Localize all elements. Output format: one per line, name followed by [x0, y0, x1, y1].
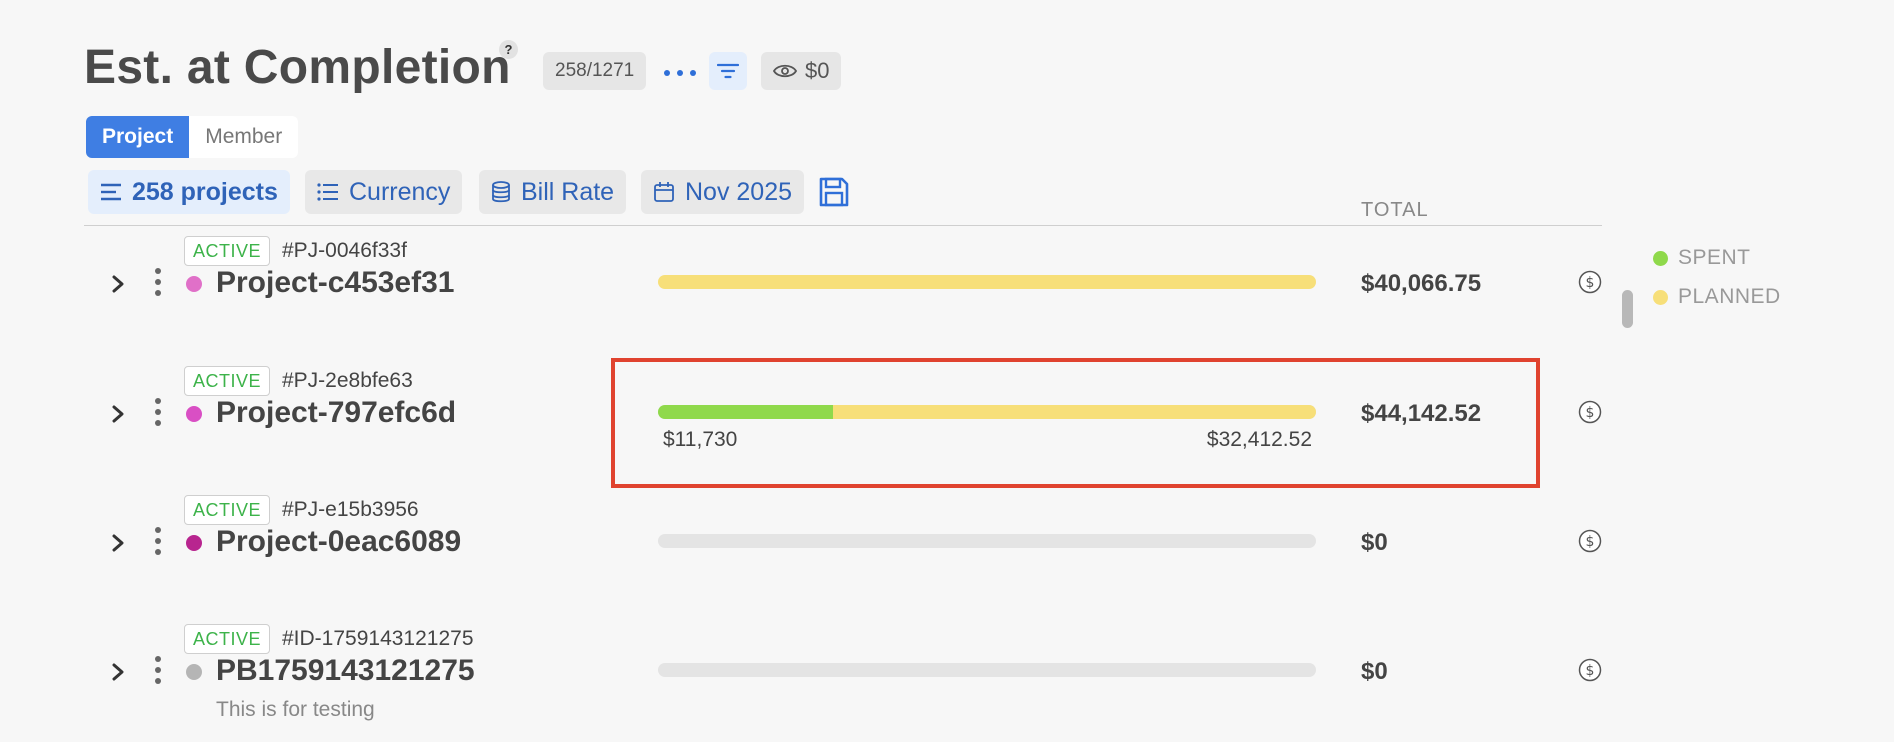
dollar-circle-icon[interactable]: $: [1578, 270, 1602, 294]
planned-segment: [658, 275, 1316, 289]
project-code: #PJ-e15b3956: [282, 498, 419, 521]
legend-planned: PLANNED: [1653, 285, 1781, 309]
legend-planned-dot: [1653, 289, 1668, 305]
project-code: #ID-1759143121275: [282, 627, 474, 650]
total-amount: $0: [1361, 529, 1388, 556]
legend-spent: SPENT: [1653, 246, 1751, 270]
bill-rate-filter-chip[interactable]: Bill Rate: [479, 170, 627, 214]
status-badge: ACTIVE: [184, 236, 271, 266]
view-toggle: Project Member: [86, 116, 299, 158]
legend-planned-label: PLANNED: [1678, 285, 1781, 308]
project-name[interactable]: Project-c453ef31: [216, 266, 454, 300]
project-color-dot: [186, 535, 202, 551]
legend-spent-label: SPENT: [1678, 246, 1751, 269]
currency-filter-chip[interactable]: Currency: [305, 170, 463, 214]
svg-text:$: $: [1586, 663, 1595, 679]
date-filter-label: Nov 2025: [685, 177, 793, 206]
project-code: #PJ-2e8bfe63: [282, 369, 413, 392]
legend-spent-dot: [1653, 250, 1668, 266]
projects-filter-label: 258 projects: [132, 177, 278, 206]
list-icon: [101, 183, 121, 201]
project-code: #PJ-0046f33f: [282, 239, 407, 262]
bullet-list-icon: [317, 183, 338, 201]
count-badge: 258/1271: [543, 52, 647, 90]
progress-bar: [658, 275, 1316, 289]
dollar-circle-icon[interactable]: $: [1578, 529, 1602, 553]
svg-text:$: $: [1586, 534, 1595, 550]
svg-text:$: $: [1586, 275, 1595, 291]
kebab-icon[interactable]: [155, 268, 163, 296]
more-icon[interactable]: [664, 60, 696, 86]
project-color-dot: [186, 406, 202, 422]
database-icon: [492, 181, 510, 203]
filter-icon: [717, 63, 739, 79]
progress-bar: [658, 663, 1316, 677]
toggle-member[interactable]: Member: [189, 116, 299, 158]
help-icon[interactable]: ?: [499, 40, 518, 59]
chevron-right-icon[interactable]: [108, 533, 128, 553]
currency-filter-label: Currency: [349, 177, 451, 206]
filter-button[interactable]: [709, 52, 747, 90]
project-name[interactable]: PB1759143121275: [216, 654, 475, 688]
visibility-value: $0: [805, 58, 830, 83]
calendar-icon: [654, 182, 674, 202]
project-name[interactable]: Project-797efc6d: [216, 396, 456, 430]
total-amount: $0: [1361, 658, 1388, 685]
status-badge: ACTIVE: [184, 495, 271, 525]
progress-bar: [658, 534, 1316, 548]
chevron-right-icon[interactable]: [108, 662, 128, 682]
total-amount: $40,066.75: [1361, 270, 1482, 297]
chevron-right-icon[interactable]: [108, 274, 128, 294]
dollar-circle-icon[interactable]: $: [1578, 400, 1602, 424]
svg-text:$: $: [1586, 405, 1595, 421]
projects-filter-chip[interactable]: 258 projects: [88, 170, 290, 214]
status-badge: ACTIVE: [184, 366, 271, 396]
kebab-icon[interactable]: [155, 656, 163, 684]
kebab-icon[interactable]: [155, 527, 163, 555]
date-filter-chip[interactable]: Nov 2025: [641, 170, 805, 214]
toggle-project[interactable]: Project: [86, 116, 190, 158]
save-button[interactable]: [818, 176, 850, 213]
eye-icon: [773, 64, 797, 78]
save-icon: [819, 177, 849, 207]
header-divider: [84, 225, 1602, 226]
project-description: This is for testing: [216, 698, 375, 721]
total-column-header: TOTAL: [1361, 199, 1429, 221]
project-name[interactable]: Project-0eac6089: [216, 525, 461, 559]
dollar-circle-icon[interactable]: $: [1578, 658, 1602, 682]
page-title: Est. at Completion: [84, 41, 511, 94]
scrollbar-thumb[interactable]: [1622, 290, 1633, 328]
project-color-dot: [186, 276, 202, 292]
project-color-dot: [186, 664, 202, 680]
visibility-badge[interactable]: $0: [761, 52, 842, 90]
bill-rate-filter-label: Bill Rate: [521, 177, 615, 206]
chevron-right-icon[interactable]: [108, 404, 128, 424]
highlight-box: [611, 358, 1540, 488]
status-badge: ACTIVE: [184, 624, 271, 654]
kebab-icon[interactable]: [155, 398, 163, 426]
